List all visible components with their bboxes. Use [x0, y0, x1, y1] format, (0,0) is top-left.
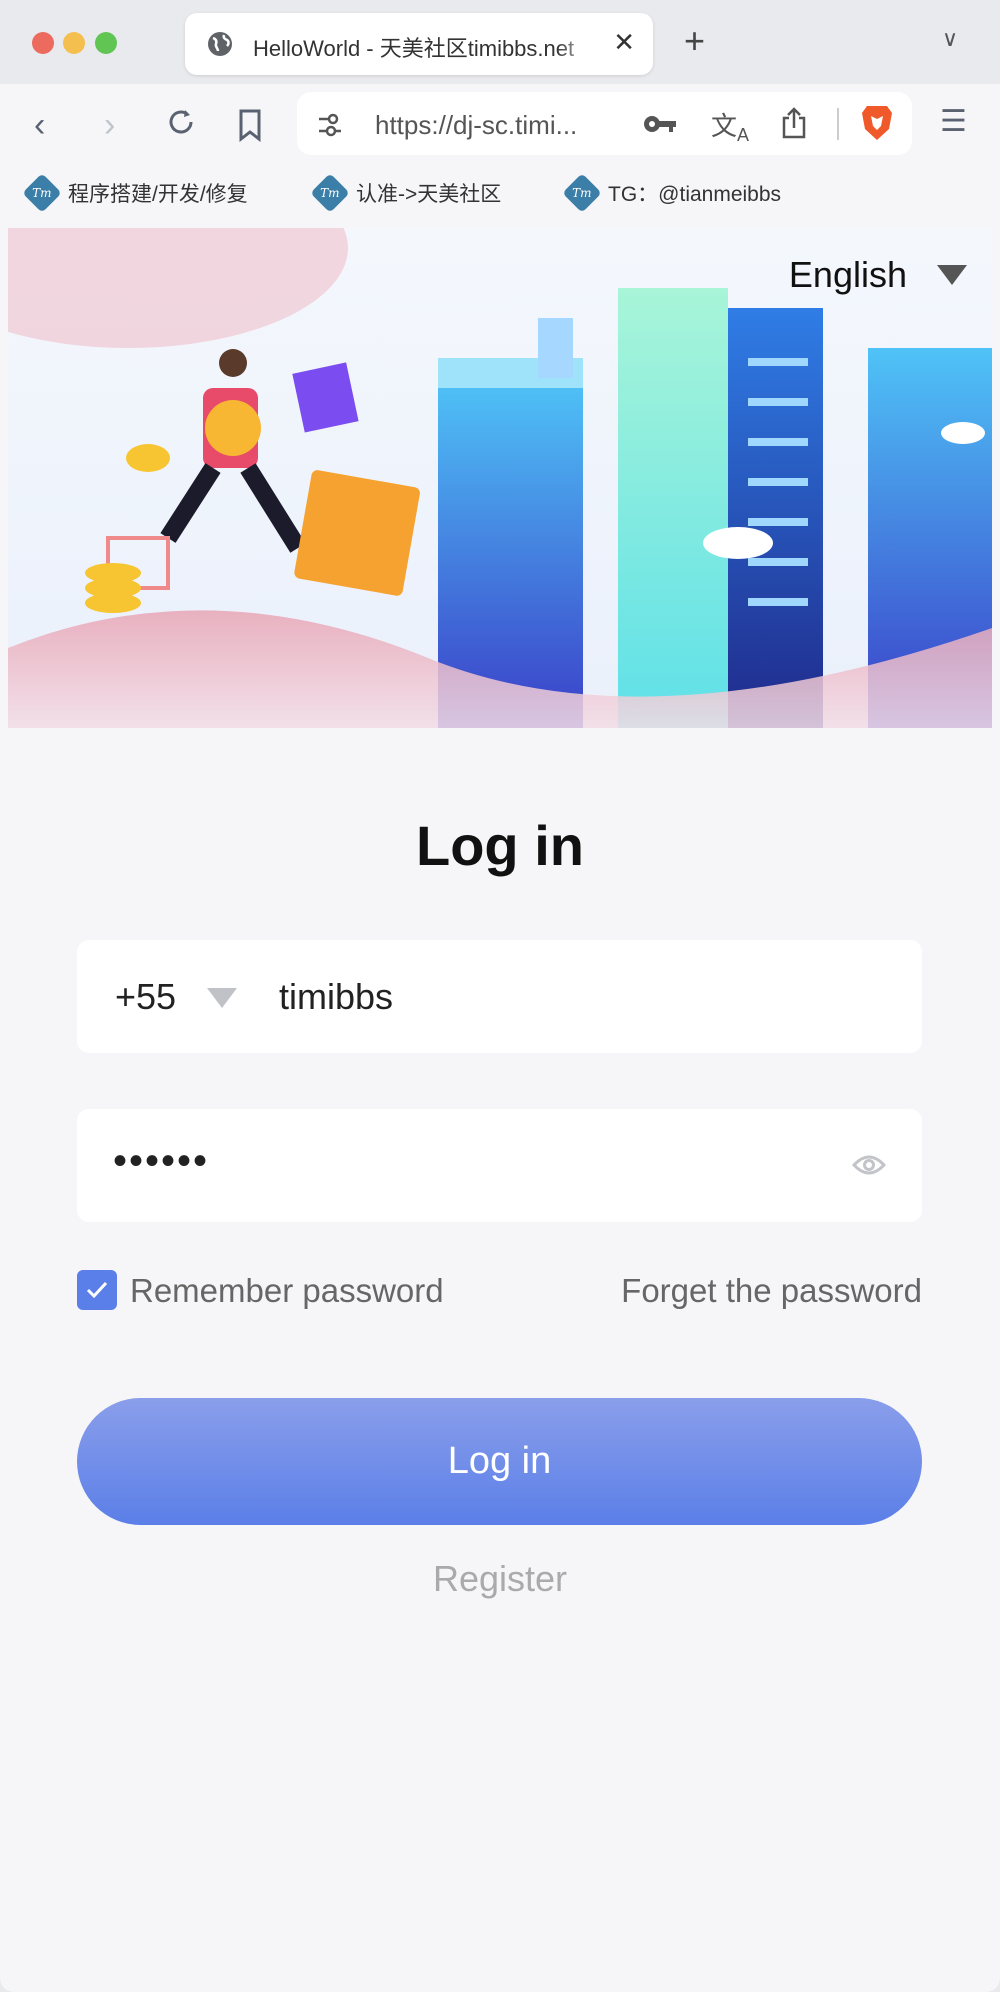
bookmark-favicon-icon: Tm	[22, 173, 62, 213]
translate-icon[interactable]: 文A	[711, 106, 749, 146]
key-icon[interactable]	[643, 114, 677, 134]
maximize-window-button[interactable]	[95, 32, 117, 54]
forward-icon[interactable]: ›	[104, 106, 115, 145]
minimize-window-button[interactable]	[63, 32, 85, 54]
globe-icon	[208, 32, 232, 56]
bookmark-label: 认准->天美社区	[356, 183, 502, 206]
page-title: Log in	[416, 814, 584, 877]
address-bar[interactable]: https://dj-sc.timi... 文A	[297, 92, 912, 155]
browser-window: HelloWorld - 天美社区timibbs.net ✕ + ∨ ‹ › h…	[0, 0, 1000, 1992]
language-label: English	[788, 254, 907, 295]
city-shopping-illustration	[8, 228, 992, 728]
bookmark-label: 程序搭建/开发/修复	[68, 183, 248, 206]
menu-icon[interactable]: ☰	[940, 104, 967, 139]
brave-lion-icon[interactable]	[861, 104, 893, 142]
country-code-select[interactable]: +55	[115, 976, 176, 1018]
tab-bar: HelloWorld - 天美社区timibbs.net ✕ + ∨	[0, 0, 1000, 84]
login-button[interactable]: Log in	[77, 1398, 922, 1525]
password-field[interactable]: ••••••	[77, 1109, 922, 1222]
bookmarks-bar: Tm 程序搭建/开发/修复 Tm 认准->天美社区 Tm TG：@tianmeibbs	[0, 170, 1000, 220]
close-tab-icon[interactable]: ✕	[613, 27, 635, 58]
share-icon[interactable]	[781, 106, 807, 140]
remember-password-label[interactable]: Remember password	[130, 1272, 444, 1310]
banner-illustration: English	[8, 228, 992, 728]
bookmark-item[interactable]: Tm 程序搭建/开发/修复	[22, 173, 248, 213]
bookmark-label: TG：@tianmeibbs	[608, 183, 782, 206]
eye-icon[interactable]	[852, 1153, 886, 1177]
remember-password-checkbox[interactable]	[77, 1270, 117, 1310]
tab-list-chevron-icon[interactable]: ∨	[942, 26, 958, 52]
url-text: https://dj-sc.timi...	[375, 110, 578, 140]
caret-down-icon	[937, 265, 967, 285]
username-input[interactable]: timibbs	[279, 976, 393, 1018]
bookmark-favicon-icon: Tm	[310, 173, 350, 213]
forget-password-link[interactable]: Forget the password	[621, 1272, 922, 1310]
divider	[837, 108, 839, 140]
browser-tab[interactable]: HelloWorld - 天美社区timibbs.net ✕	[185, 13, 653, 75]
bookmark-favicon-icon: Tm	[562, 173, 602, 213]
language-selector[interactable]: English	[789, 254, 967, 296]
navigation-bar: ‹ › https://dj-sc.timi... 文A ☰	[0, 84, 1000, 170]
password-input[interactable]: ••••••	[113, 1139, 209, 1184]
site-settings-icon[interactable]	[317, 112, 343, 138]
tab-title: HelloWorld - 天美社区timibbs.net	[253, 36, 575, 61]
check-icon	[86, 1281, 108, 1299]
bookmark-item[interactable]: Tm TG：@tianmeibbs	[562, 173, 782, 213]
reload-icon[interactable]	[165, 108, 197, 140]
new-tab-button[interactable]: +	[684, 20, 705, 62]
close-window-button[interactable]	[32, 32, 54, 54]
bookmark-item[interactable]: Tm 认准->天美社区	[310, 173, 502, 213]
login-page: English Log in +55 timibbs •••••• Rememb…	[8, 228, 992, 1988]
username-field[interactable]: +55 timibbs	[77, 940, 922, 1053]
back-icon[interactable]: ‹	[34, 106, 45, 145]
caret-down-icon[interactable]	[207, 988, 237, 1008]
bookmark-icon[interactable]	[237, 108, 263, 142]
register-link[interactable]: Register	[8, 1558, 992, 1600]
